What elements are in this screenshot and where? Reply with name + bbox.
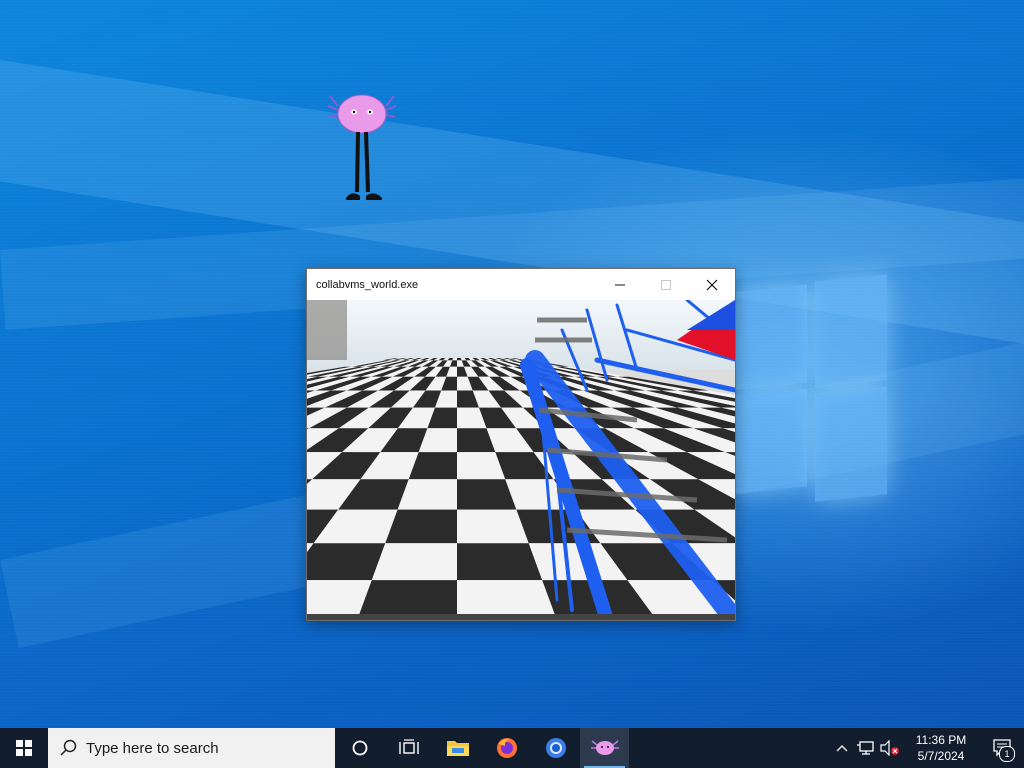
cortana-button[interactable] xyxy=(335,728,384,768)
start-button[interactable] xyxy=(0,728,48,768)
network-button[interactable] xyxy=(854,728,878,768)
floor-tile xyxy=(457,509,529,544)
windows-start-icon xyxy=(16,740,32,756)
search-icon xyxy=(60,739,77,756)
window-title: collabvms_world.exe xyxy=(316,279,419,291)
taskbar-clock[interactable]: 11:36 PM 5/7/2024 xyxy=(902,732,980,764)
taskbar-search-box[interactable]: Type here to search xyxy=(48,728,335,768)
file-explorer-icon xyxy=(446,741,469,756)
system-tray: 11:36 PM 5/7/2024 1 xyxy=(830,728,1024,768)
floor-tile xyxy=(307,543,386,581)
axolotl-icon xyxy=(327,94,397,200)
firefox-icon xyxy=(496,738,517,758)
axolotl-app-icon xyxy=(590,740,619,755)
clock-time: 11:36 PM xyxy=(915,733,967,747)
maximize-icon xyxy=(661,279,671,290)
chevron-up-icon xyxy=(836,745,848,752)
file-explorer-button[interactable] xyxy=(433,728,482,768)
firefox-button[interactable] xyxy=(482,728,531,768)
game-viewport[interactable] xyxy=(307,300,735,620)
search-placeholder: Type here to search xyxy=(86,739,219,757)
floor-tile xyxy=(385,509,457,544)
close-button[interactable] xyxy=(689,269,735,300)
minimize-icon xyxy=(615,284,625,285)
cortana-icon xyxy=(352,740,367,756)
app-window[interactable]: collabvms_world.exe xyxy=(306,268,736,621)
close-icon xyxy=(706,279,718,290)
checkerboard-scene xyxy=(307,300,735,620)
axolotl-app-button[interactable] xyxy=(580,728,629,768)
task-view-icon xyxy=(398,739,419,754)
volume-button[interactable] xyxy=(878,728,902,768)
floor-tile xyxy=(457,543,543,581)
show-hidden-icons-button[interactable] xyxy=(830,728,854,768)
minimize-button[interactable] xyxy=(597,269,643,300)
clock-date: 5/7/2024 xyxy=(917,749,965,763)
task-view-button[interactable] xyxy=(384,728,433,768)
taskbar: Type here to search 11:36 PM 5/7/2024 1 xyxy=(0,728,1024,768)
chrome-icon xyxy=(545,738,566,758)
chrome-button[interactable] xyxy=(531,728,580,768)
volume-muted-icon xyxy=(880,740,899,756)
axolotl-mascot[interactable] xyxy=(326,88,398,208)
window-titlebar[interactable]: collabvms_world.exe xyxy=(307,269,735,300)
action-center-button[interactable]: 1 xyxy=(980,728,1024,768)
network-icon xyxy=(857,741,874,755)
maximize-button[interactable] xyxy=(643,269,689,300)
notification-count-badge: 1 xyxy=(999,746,1015,762)
floor-tile xyxy=(371,543,457,581)
